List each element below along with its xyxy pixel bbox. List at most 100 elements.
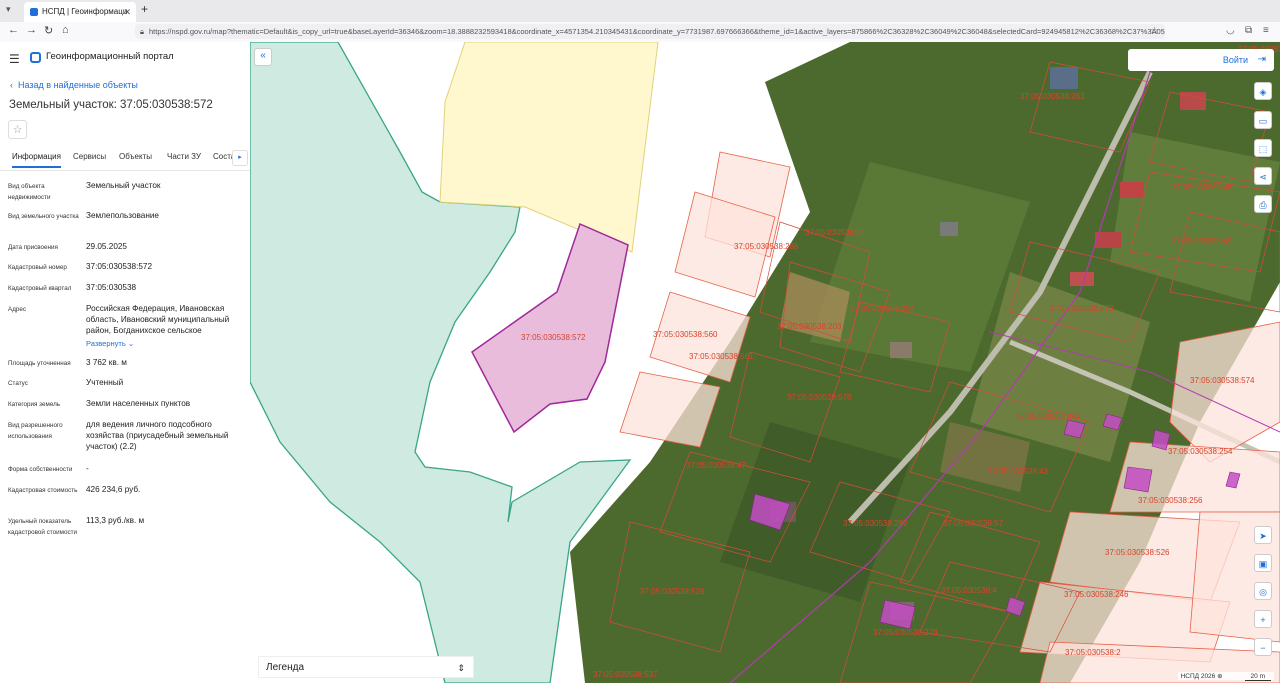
tab-list-icon[interactable]: ▾	[6, 4, 11, 15]
browser-tab-title: НСПД | Геоинформацио	[42, 7, 128, 16]
parcel-label: 37:05:030538:263	[1020, 92, 1085, 101]
back-label: Назад в найденные объекты	[18, 80, 138, 90]
tab-services[interactable]: Сервисы	[73, 152, 106, 161]
print-icon: ⎙	[1259, 200, 1267, 210]
map-canvas[interactable]: 37:05:030538:572 37:05:030538:263 37:05:…	[250, 42, 1280, 683]
share-button[interactable]: ⋖	[1254, 167, 1272, 185]
minimap-icon: ▣	[1258, 559, 1268, 569]
select-area-button[interactable]: ⬚	[1254, 139, 1272, 157]
field-label: Вид разрешенного использования	[8, 422, 63, 440]
parcel-label: 37:05:030538:576	[787, 393, 852, 402]
field-value: Земельный участок	[86, 181, 161, 190]
parcel-label: 37:05:030538:203	[777, 322, 842, 331]
extensions-icon[interactable]: ⧉	[1245, 25, 1252, 36]
parcel-label: 37:05:030538:254	[1168, 447, 1233, 456]
layers-icon: ◈	[1259, 87, 1267, 97]
parcel-label: 37:05:030538:284	[850, 304, 915, 313]
field-value: Земли населенных пунктов	[86, 399, 191, 408]
expand-address-link[interactable]: Развернуть ⌄	[86, 339, 134, 348]
parcel-label: 37:05:030538:57	[943, 519, 1004, 528]
bookmark-star-icon[interactable]: ☆	[1150, 24, 1159, 39]
page-title: Земельный участок: 37:05:030538:572	[9, 99, 213, 111]
parcel-label: 37:05:030538:47	[686, 461, 747, 470]
portal-logo-icon	[30, 52, 41, 63]
back-to-results-link[interactable]: ‹ Назад в найденные объекты	[10, 80, 138, 90]
print-button[interactable]: ⎙	[1254, 195, 1272, 213]
login-arrow-icon: ⇥	[1257, 54, 1266, 65]
minimap-button[interactable]: ▣	[1254, 554, 1272, 572]
search-location-button[interactable]: ◎	[1254, 582, 1272, 600]
field-label: Категория земель	[8, 401, 61, 408]
legend-label: Легенда	[266, 662, 305, 673]
field-label: Статус	[8, 380, 28, 387]
layers-button[interactable]: ◈	[1254, 82, 1272, 100]
parcel-label: 37:05:030538:526	[1105, 548, 1170, 557]
site-favicon-icon	[30, 8, 38, 16]
back-arrow-icon[interactable]: ←	[8, 24, 19, 36]
tabs-scroll-right-icon[interactable]: ▸	[232, 150, 248, 166]
field-label: Кадастровая стоимость	[8, 487, 78, 494]
field-label: Кадастровый номер	[8, 264, 67, 271]
parcel-label: 37:05:030538:43	[988, 467, 1049, 476]
browser-tab[interactable]: НСПД | Геоинформацио ✕	[24, 2, 136, 22]
parcel-label: 37:05:030538:574	[1190, 376, 1255, 385]
pocket-icon[interactable]: ◡	[1226, 25, 1235, 36]
field-label: Площадь уточненная	[8, 360, 71, 367]
parcel-label: 37:05:030538:49	[1172, 237, 1233, 246]
hamburger-menu-icon[interactable]: ☰	[9, 52, 20, 66]
field-value: Российская Федерация, Ивановская область…	[86, 304, 230, 335]
parcel-label: 37:05:030538:34	[805, 228, 866, 237]
measure-button[interactable]: ▭	[1254, 111, 1272, 129]
login-label: Войти	[1222, 55, 1248, 65]
field-label: Форма собственности	[8, 466, 73, 473]
search-location-icon: ◎	[1259, 587, 1267, 597]
zoom-out-button[interactable]: −	[1254, 638, 1272, 656]
parcel-label: 37:05:030538:573	[1049, 304, 1114, 313]
ruler-icon: ▭	[1258, 116, 1268, 126]
tab-info[interactable]: Информация	[12, 152, 61, 168]
legend-dropdown[interactable]: Легенда ⇕	[258, 656, 474, 678]
parcel-label: 37:05:030538:249	[1016, 412, 1081, 421]
field-label: Дата присвоения	[8, 244, 58, 251]
zoom-in-button[interactable]: +	[1254, 610, 1272, 628]
parcel-label: 37:05:030538:246	[1064, 590, 1129, 599]
field-value: 37:05:030538:572	[86, 262, 153, 271]
chevron-down-icon: ⌄	[127, 339, 135, 348]
chevron-updown-icon: ⇕	[457, 663, 465, 673]
field-value: 37:05:030538	[86, 283, 137, 292]
field-label: Удельный показатель кадастровой стоимост…	[8, 518, 78, 536]
parcel-label: 37:05:030538:528	[640, 587, 705, 596]
close-tab-icon[interactable]: ✕	[123, 2, 131, 22]
parcel-label: 37:05:030538:256	[1138, 496, 1203, 505]
menu-icon[interactable]: ≡	[1263, 25, 1269, 36]
collapse-panel-button[interactable]: «	[254, 48, 272, 66]
minus-icon: −	[1260, 643, 1266, 653]
parcel-label: 37:05:030538:282	[843, 519, 908, 528]
field-value: Землепользование	[86, 211, 159, 220]
favorite-star-button[interactable]: ☆	[8, 120, 27, 139]
parcel-label: 37:05:030538:561	[689, 352, 754, 361]
share-icon: ⋖	[1259, 172, 1267, 182]
parcel-label: 37:05:030538:4	[941, 586, 997, 595]
new-tab-button[interactable]: +	[141, 2, 148, 16]
locate-button[interactable]: ➤	[1254, 526, 1272, 544]
info-tabs: Информация Сервисы Объекты Части ЗУ Сост…	[0, 150, 250, 171]
field-value: 29.05.2025	[86, 242, 127, 251]
map-view[interactable]: 37:05:030538:572 37:05:030538:263 37:05:…	[250, 42, 1280, 683]
selected-parcel-label: 37:05:030538:572	[521, 333, 586, 342]
parcel-label: 37:05:030538:285	[734, 242, 799, 251]
parcel-label: 37:05:030538:48	[1172, 183, 1233, 192]
home-icon[interactable]: ⌂	[62, 24, 69, 36]
reload-icon[interactable]: ↻	[44, 24, 53, 37]
tab-objects[interactable]: Объекты	[119, 152, 152, 161]
address-bar[interactable]: 🔒︎ https://nspd.gov.ru/map?thematic=Defau…	[135, 24, 1165, 39]
field-value: Учтенный	[86, 378, 124, 387]
login-button[interactable]: Войти ⇥	[1128, 49, 1274, 71]
tab-parts[interactable]: Части ЗУ	[167, 152, 201, 161]
chevron-left-icon: ‹	[10, 80, 13, 90]
field-value: -	[86, 464, 89, 473]
parcel-label: 37:05:030538:278	[873, 628, 938, 637]
field-label: Вид объекта недвижимости	[8, 183, 51, 201]
forward-arrow-icon[interactable]: →	[26, 24, 37, 36]
map-attribution: НСПД 2026 ⊕ 20 m	[1177, 672, 1274, 681]
